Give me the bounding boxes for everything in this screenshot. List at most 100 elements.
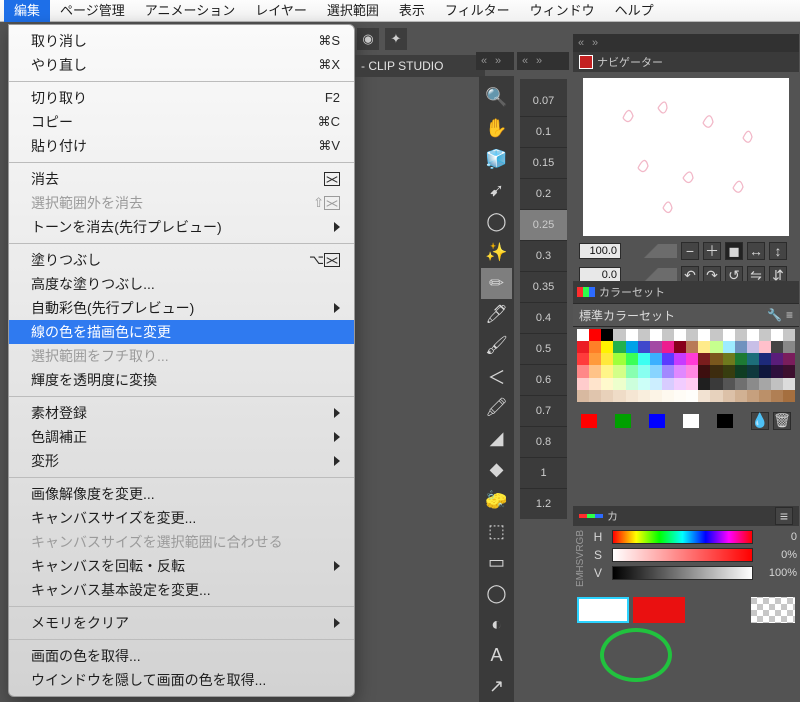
color-swatch[interactable] xyxy=(723,341,735,353)
color-swatch[interactable] xyxy=(626,353,638,365)
color-swatch[interactable] xyxy=(783,329,795,341)
color-swatch[interactable] xyxy=(710,390,722,402)
menu-item[interactable]: 貼り付け⌘V xyxy=(9,134,354,158)
color-swatch[interactable] xyxy=(686,365,698,377)
color-swatch[interactable] xyxy=(698,390,710,402)
background-color[interactable] xyxy=(633,597,685,623)
color-swatch[interactable] xyxy=(613,353,625,365)
menu-item[interactable]: キャンバス基本設定を変更... xyxy=(9,578,354,602)
color-swatch[interactable] xyxy=(674,378,686,390)
color-swatch[interactable] xyxy=(626,390,638,402)
menu-layer[interactable]: レイヤー xyxy=(245,0,317,22)
color-swatch[interactable] xyxy=(771,341,783,353)
quick-color[interactable] xyxy=(581,414,597,428)
menu-item[interactable]: 線の色を描画色に変更 xyxy=(9,320,354,344)
zoom-in-button[interactable]: ＋ xyxy=(703,242,721,260)
color-swatch[interactable] xyxy=(662,341,674,353)
brush-size-option[interactable]: 1 xyxy=(520,457,567,488)
color-swatch[interactable] xyxy=(650,329,662,341)
menu-item[interactable]: 切り取りF2 xyxy=(9,86,354,110)
color-swatch[interactable] xyxy=(723,329,735,341)
tool-pen[interactable]: 🖊 xyxy=(481,299,512,330)
color-swatch[interactable] xyxy=(686,353,698,365)
arrow-icon[interactable]: » xyxy=(533,55,545,67)
panel-menu-button[interactable]: ≡ xyxy=(775,507,793,525)
color-swatch[interactable] xyxy=(686,329,698,341)
color-swatch[interactable] xyxy=(759,390,771,402)
color-swatch[interactable] xyxy=(601,378,613,390)
color-swatch[interactable] xyxy=(650,390,662,402)
brush-size-option[interactable]: 0.15 xyxy=(520,147,567,178)
color-swatch[interactable] xyxy=(698,365,710,377)
color-swatch[interactable] xyxy=(710,341,722,353)
zoom-out-button[interactable]: − xyxy=(681,242,699,260)
color-swatch[interactable] xyxy=(577,353,589,365)
menu-item[interactable]: 取り消し⌘S xyxy=(9,29,354,53)
mode-em-label[interactable]: EM xyxy=(575,572,586,587)
color-swatch[interactable] xyxy=(638,329,650,341)
menu-edit[interactable]: 編集 xyxy=(4,0,50,22)
color-swatch[interactable] xyxy=(613,378,625,390)
color-swatch[interactable] xyxy=(747,390,759,402)
tool-select-rect[interactable]: ⬚ xyxy=(481,516,512,547)
brush-size-option[interactable]: 0.2 xyxy=(520,178,567,209)
color-swatch[interactable] xyxy=(771,329,783,341)
zoom-tool-icon[interactable]: ↔ xyxy=(747,242,765,260)
brush-size-option[interactable]: 1.2 xyxy=(520,488,567,519)
foreground-color[interactable] xyxy=(577,597,629,623)
color-swatch[interactable] xyxy=(674,341,686,353)
color-swatch[interactable] xyxy=(601,353,613,365)
colorset-select[interactable]: 標準カラーセット 🔧 ≡ xyxy=(573,303,799,327)
menu-item[interactable]: 消去 xyxy=(9,167,354,191)
quick-color[interactable] xyxy=(683,414,699,428)
color-swatch[interactable] xyxy=(589,378,601,390)
color-swatch[interactable] xyxy=(723,378,735,390)
navigator-tab[interactable]: ナビゲーター xyxy=(573,52,799,72)
color-swatch[interactable] xyxy=(759,378,771,390)
color-swatch[interactable] xyxy=(577,390,589,402)
mode-hsv-label[interactable]: HSV xyxy=(575,552,586,573)
wrench-icon[interactable]: 🔧 xyxy=(767,308,782,322)
color-swatch[interactable] xyxy=(771,353,783,365)
menu-help[interactable]: ヘルプ xyxy=(605,0,664,22)
color-swatch[interactable] xyxy=(638,390,650,402)
arrow-icon[interactable]: » xyxy=(492,55,504,67)
color-swatch[interactable] xyxy=(589,353,601,365)
tool-marker[interactable]: 🖍 xyxy=(481,392,512,423)
tool-magic[interactable]: ✨ xyxy=(481,237,512,268)
color-swatch[interactable] xyxy=(674,329,686,341)
color-swatch[interactable] xyxy=(601,329,613,341)
color-swatch[interactable] xyxy=(626,378,638,390)
color-swatch[interactable] xyxy=(613,365,625,377)
fit-screen-button[interactable]: ◼ xyxy=(725,242,743,260)
colorset-tab[interactable]: カラーセット xyxy=(573,281,799,303)
color-swatch[interactable] xyxy=(589,329,601,341)
color-swatch[interactable] xyxy=(626,341,638,353)
slider-bar[interactable] xyxy=(612,548,753,562)
color-swatch[interactable] xyxy=(747,365,759,377)
color-swatch[interactable] xyxy=(783,390,795,402)
quick-color[interactable] xyxy=(717,414,733,428)
arrow-icon[interactable]: » xyxy=(589,37,601,49)
color-swatch[interactable] xyxy=(783,378,795,390)
brush-size-option[interactable]: 0.6 xyxy=(520,364,567,395)
color-swatch[interactable] xyxy=(650,378,662,390)
brush-size-option[interactable]: 0.4 xyxy=(520,302,567,333)
color-swatch[interactable] xyxy=(771,378,783,390)
color-swatch[interactable] xyxy=(759,353,771,365)
menu-item[interactable]: キャンバスサイズを変更... xyxy=(9,506,354,530)
color-swatch[interactable] xyxy=(686,390,698,402)
tool-eraser[interactable]: 🧽 xyxy=(481,485,512,516)
menu-item[interactable]: キャンバスを回転・反転 xyxy=(9,554,354,578)
color-swatch[interactable] xyxy=(710,378,722,390)
tool-hand[interactable]: ✋ xyxy=(481,113,512,144)
menu-page[interactable]: ページ管理 xyxy=(50,0,135,22)
lasso-icon[interactable]: ◉ xyxy=(357,28,379,50)
color-swatch[interactable] xyxy=(723,353,735,365)
rotate-slider[interactable] xyxy=(625,268,677,282)
tool-blend[interactable]: ◐ xyxy=(481,609,512,640)
brush-size-option[interactable]: 0.35 xyxy=(520,271,567,302)
menu-view[interactable]: 表示 xyxy=(389,0,435,22)
transparent-color[interactable] xyxy=(751,597,795,623)
tool-shape-ellipse[interactable]: ◯ xyxy=(481,578,512,609)
